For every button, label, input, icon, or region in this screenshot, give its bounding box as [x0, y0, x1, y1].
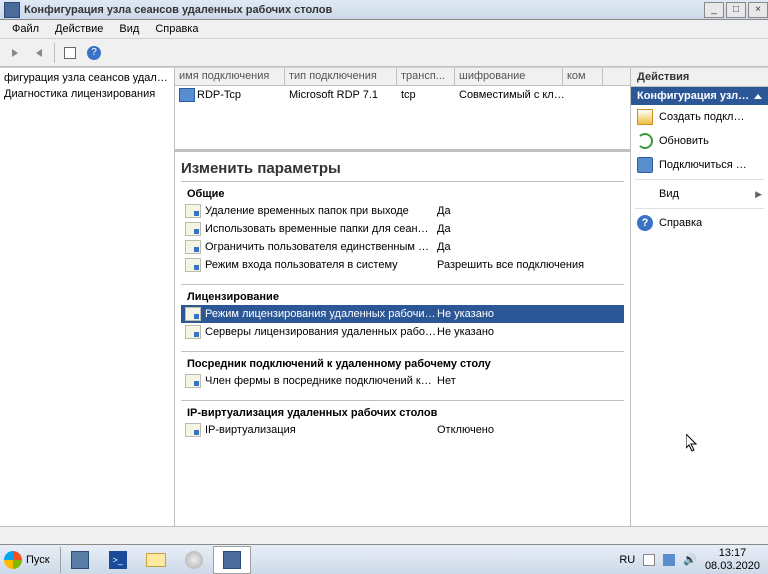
section-broker: Посредник подключений к удаленному рабоч…	[181, 351, 624, 400]
tray-network-icon[interactable]	[663, 554, 675, 566]
systray: RU 🔊 13:17 08.03.2020	[619, 547, 768, 571]
refresh-icon	[637, 133, 653, 149]
menu-help[interactable]: Справка	[147, 21, 206, 37]
param-icon	[185, 374, 201, 388]
param-login-mode[interactable]: Режим входа пользователя в системуРазреш…	[181, 256, 624, 274]
section-licensing-title: Лицензирование	[181, 289, 624, 305]
taskbar-app1[interactable]	[175, 546, 213, 574]
toolbar: ?	[0, 39, 768, 67]
param-ip-virt[interactable]: IP-виртуализацияОтключено	[181, 421, 624, 439]
param-delete-temp[interactable]: Удаление временных папок при выходеДа	[181, 202, 624, 220]
action-sep	[635, 179, 764, 180]
center-pane: имя подключения тип подключения трансп..…	[175, 68, 631, 526]
col-comment[interactable]: ком	[563, 68, 603, 85]
blank-icon	[637, 186, 653, 202]
connect-icon	[637, 157, 653, 173]
help-icon: ?	[637, 215, 653, 231]
section-licensing: Лицензирование Режим лицензирования удал…	[181, 284, 624, 351]
minimize-button[interactable]: _	[704, 2, 724, 18]
action-create[interactable]: Создать подкл…	[631, 105, 768, 129]
section-broker-title: Посредник подключений к удаленному рабоч…	[181, 356, 624, 372]
app-icon	[4, 2, 20, 18]
tray-sound-icon[interactable]: 🔊	[683, 553, 697, 566]
chevron-right-icon: ▶	[755, 189, 762, 200]
back-button[interactable]	[4, 42, 26, 64]
param-icon	[185, 258, 201, 272]
clock[interactable]: 13:17 08.03.2020	[705, 547, 760, 571]
nav-item-diag[interactable]: Диагностика лицензирования	[0, 86, 174, 102]
taskbar-powershell[interactable]: >_	[99, 546, 137, 574]
menu-file[interactable]: Файл	[4, 21, 47, 37]
col-type[interactable]: тип подключения	[285, 68, 397, 85]
main-window: Конфигурация узла сеансов удаленных рабо…	[0, 0, 768, 574]
action-connect[interactable]: Подключиться …	[631, 153, 768, 177]
forward-button[interactable]	[28, 42, 50, 64]
nav-item-config[interactable]: фигурация узла сеансов удаленных	[0, 70, 174, 86]
col-transport[interactable]: трансп...	[397, 68, 455, 85]
section-ipvirt-title: IP-виртуализация удаленных рабочих столо…	[181, 405, 624, 421]
conn-transport: tcp	[397, 89, 455, 101]
param-licensing-mode[interactable]: Режим лицензирования удаленных рабочи…Не…	[181, 305, 624, 323]
action-refresh[interactable]: Обновить	[631, 129, 768, 153]
clock-date: 08.03.2020	[705, 560, 760, 572]
statusbar	[0, 526, 768, 544]
list-header: имя подключения тип подключения трансп..…	[175, 68, 630, 86]
params-pane: Изменить параметры Общие Удаление времен…	[175, 149, 630, 526]
start-label: Пуск	[26, 554, 50, 566]
param-icon	[185, 240, 201, 254]
section-general-title: Общие	[181, 186, 624, 202]
param-icon	[185, 423, 201, 437]
lang-indicator[interactable]: RU	[619, 554, 635, 566]
rdp-icon	[179, 88, 195, 102]
taskbar-servermgr[interactable]	[61, 546, 99, 574]
param-licensing-servers[interactable]: Серверы лицензирования удаленных рабо…Не…	[181, 323, 624, 341]
param-restrict-user[interactable]: Ограничить пользователя единственным …Да	[181, 238, 624, 256]
actions-pane: Действия Конфигурация узл… Создать подкл…	[631, 68, 768, 526]
toolbar-sep	[54, 43, 55, 63]
action-sep	[635, 208, 764, 209]
param-icon	[185, 204, 201, 218]
actions-title: Действия	[631, 68, 768, 87]
titlebar[interactable]: Конфигурация узла сеансов удаленных рабо…	[0, 0, 768, 20]
taskbar: Пуск >_ RU 🔊 13:17 08.03.2020	[0, 544, 768, 574]
menu-action[interactable]: Действие	[47, 21, 111, 37]
window-title: Конфигурация узла сеансов удаленных рабо…	[24, 4, 702, 16]
section-ipvirt: IP-виртуализация удаленных рабочих столо…	[181, 400, 624, 449]
conn-name: RDP-Tcp	[197, 89, 241, 101]
tray-flag-icon[interactable]	[643, 554, 655, 566]
taskbar-explorer[interactable]	[137, 546, 175, 574]
nav-tree: фигурация узла сеансов удаленных Диагнос…	[0, 68, 175, 526]
param-farm-member[interactable]: Член фермы в посреднике подключений к…Не…	[181, 372, 624, 390]
section-general: Общие Удаление временных папок при выход…	[181, 181, 624, 284]
conn-enc: Совместимый с кл…	[455, 89, 603, 101]
action-view[interactable]: Вид▶	[631, 182, 768, 206]
conn-type: Microsoft RDP 7.1	[285, 89, 397, 101]
collapse-up-icon	[754, 94, 762, 99]
windows-logo-icon	[4, 551, 22, 569]
taskbar-current-app[interactable]	[213, 546, 251, 574]
help-button[interactable]: ?	[83, 42, 105, 64]
close-button[interactable]: ×	[748, 2, 768, 18]
body: фигурация узла сеансов удаленных Диагнос…	[0, 67, 768, 526]
menu-view[interactable]: Вид	[111, 21, 147, 37]
menubar: Файл Действие Вид Справка	[0, 20, 768, 39]
actions-subhead[interactable]: Конфигурация узл…	[631, 87, 768, 105]
col-name[interactable]: имя подключения	[175, 68, 285, 85]
param-use-temp[interactable]: Использовать временные папки для сеан…Да	[181, 220, 624, 238]
col-enc[interactable]: шифрование	[455, 68, 563, 85]
connection-row[interactable]: RDP-Tcp Microsoft RDP 7.1 tcp Совместимы…	[175, 86, 630, 104]
param-icon	[185, 307, 201, 321]
action-help[interactable]: ?Справка	[631, 211, 768, 235]
maximize-button[interactable]: □	[726, 2, 746, 18]
param-icon	[185, 325, 201, 339]
param-icon	[185, 222, 201, 236]
params-title: Изменить параметры	[181, 160, 624, 177]
show-hide-button[interactable]	[59, 42, 81, 64]
start-button[interactable]: Пуск	[0, 546, 60, 574]
new-icon	[637, 109, 653, 125]
clock-time: 13:17	[705, 547, 760, 559]
